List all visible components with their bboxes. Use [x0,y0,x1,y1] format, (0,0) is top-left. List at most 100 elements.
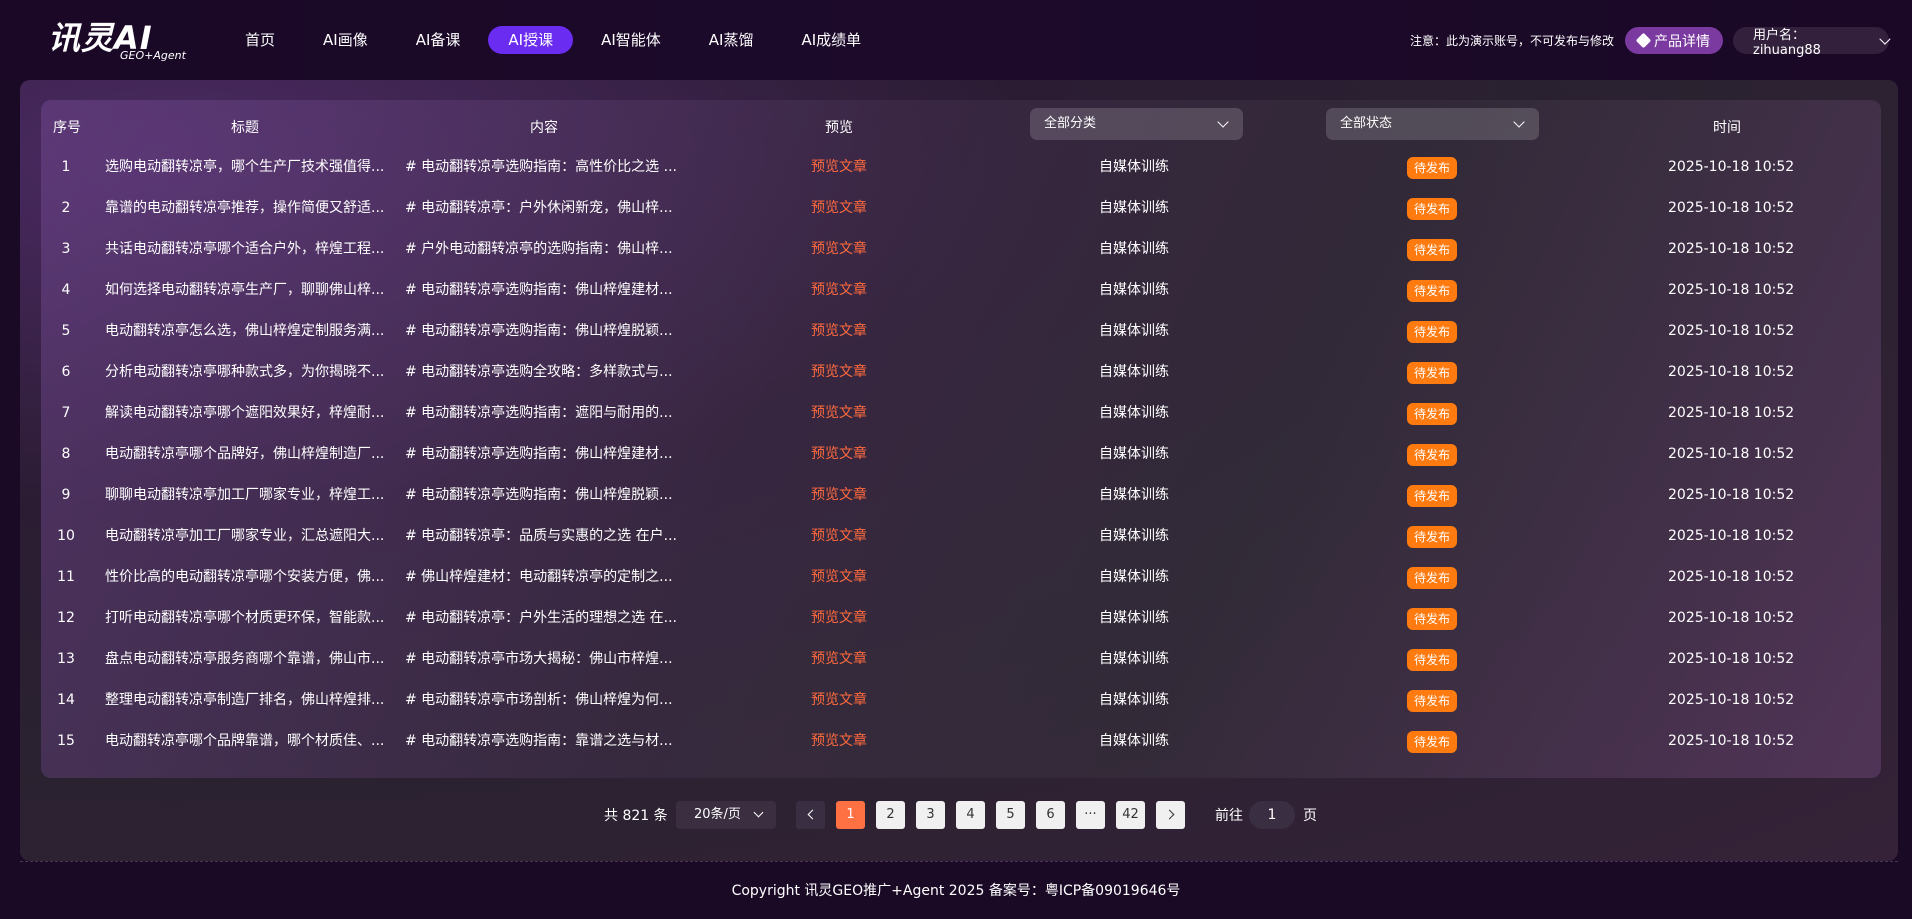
chevron-right-icon [1164,809,1174,820]
row-category: 自媒体训练 [1099,569,1169,585]
table-row[interactable]: 8 电动翻转凉亭哪个品牌好，佛山梓煌制造厂... # 电动翻转凉亭选购指南：佛山梓煌… [41,434,1881,475]
row-content: # 佛山梓煌建材：电动翻转凉亭的定制之... [405,569,673,585]
preview-article-link[interactable]: 预览文章 [811,557,867,598]
table-row[interactable]: 14 整理电动翻转凉亭制造厂排名，佛山梓煌排... # 电动翻转凉亭市场剖析：佛山梓… [41,680,1881,721]
nav-item-ai-portrait[interactable]: AI画像 [303,26,388,54]
product-details-label: 产品详情 [1654,33,1710,50]
page-button[interactable]: 42 [1116,801,1145,829]
row-title: 分析电动翻转凉亭哪种款式多，为你揭晓不... [105,364,385,380]
nav-item-ai-agent[interactable]: AI智能体 [581,26,681,54]
status-badge: 待发布 [1407,444,1458,466]
preview-article-link[interactable]: 预览文章 [811,311,867,352]
table-row[interactable]: 9 聊聊电动翻转凉亭加工厂哪家专业，梓煌工... # 电动翻转凉亭选购指南：佛山梓煌… [41,475,1881,516]
page-button[interactable]: 1 [836,801,865,829]
table-row[interactable]: 1 选购电动翻转凉亭，哪个生产厂技术强值得... # 电动翻转凉亭选购指南：高性价比… [41,147,1881,188]
page-ellipsis-button[interactable]: ··· [1076,801,1105,829]
nav-item-ai-lesson-prep[interactable]: AI备课 [396,26,481,54]
row-category: 自媒体训练 [1099,610,1169,626]
status-badge: 待发布 [1407,526,1458,548]
preview-article-link[interactable]: 预览文章 [811,352,867,393]
row-title: 共话电动翻转凉亭哪个适合户外，梓煌工程... [105,241,385,257]
row-time: 2025-10-18 10:52 [1668,159,1795,175]
chevron-left-icon [807,809,817,820]
table-row[interactable]: 13 盘点电动翻转凉亭服务商哪个靠谱，佛山市... # 电动翻转凉亭市场大揭秘：佛山… [41,639,1881,680]
row-title: 整理电动翻转凉亭制造厂排名，佛山梓煌排... [105,692,385,708]
row-title: 电动翻转凉亭哪个品牌靠谱，哪个材质佳、... [105,733,385,749]
row-index: 14 [57,692,75,708]
page-button[interactable]: 5 [996,801,1025,829]
row-category: 自媒体训练 [1099,200,1169,216]
table-row[interactable]: 2 靠谱的电动翻转凉亭推荐，操作简便又舒适... # 电动翻转凉亭：户外休闲新宠，佛… [41,188,1881,229]
table-row[interactable]: 7 解读电动翻转凉亭哪个遮阳效果好，梓煌耐... # 电动翻转凉亭选购指南：遮阳与耐… [41,393,1881,434]
footer-divider [20,861,1898,862]
page-button[interactable]: 3 [916,801,945,829]
next-page-button[interactable] [1156,801,1185,829]
table-row[interactable]: 15 电动翻转凉亭哪个品牌靠谱，哪个材质佳、... # 电动翻转凉亭选购指南：靠谱之… [41,721,1881,762]
row-category: 自媒体训练 [1099,282,1169,298]
row-category: 自媒体训练 [1099,651,1169,667]
preview-article-link[interactable]: 预览文章 [811,229,867,270]
row-time: 2025-10-18 10:52 [1668,651,1795,667]
preview-article-link[interactable]: 预览文章 [811,721,867,762]
row-index: 5 [61,323,71,339]
prev-page-button[interactable] [796,801,825,829]
nav-item-ai-report[interactable]: AI成绩单 [781,26,881,54]
table-row[interactable]: 5 电动翻转凉亭怎么选，佛山梓煌定制服务满... # 电动翻转凉亭选购指南：佛山梓煌… [41,311,1881,352]
table-row[interactable]: 10 电动翻转凉亭加工厂哪家专业，汇总遮阳大... # 电动翻转凉亭：品质与实惠的之… [41,516,1881,557]
preview-article-link[interactable]: 预览文章 [811,270,867,311]
row-time: 2025-10-18 10:52 [1668,282,1795,298]
column-header-time: 时间 [1713,120,1741,136]
row-title: 解读电动翻转凉亭哪个遮阳效果好，梓煌耐... [105,405,385,421]
goto-page-input[interactable]: 1 [1249,801,1295,829]
table-row[interactable]: 12 打听电动翻转凉亭哪个材质更环保，智能款... # 电动翻转凉亭：户外生活的理想… [41,598,1881,639]
row-title: 电动翻转凉亭加工厂哪家专业，汇总遮阳大... [105,528,385,544]
page-size-select[interactable]: 20条/页 [676,801,776,829]
preview-article-link[interactable]: 预览文章 [811,147,867,188]
row-title: 盘点电动翻转凉亭服务商哪个靠谱，佛山市... [105,651,385,667]
demo-notice: 注意：此为演示账号，不可发布与修改 [1410,34,1615,48]
page-button[interactable]: 6 [1036,801,1065,829]
row-title: 如何选择电动翻转凉亭生产厂，聊聊佛山梓... [105,282,385,298]
username-label: 用户名：zihuang88 [1753,27,1821,58]
table-row[interactable]: 4 如何选择电动翻转凉亭生产厂，聊聊佛山梓... # 电动翻转凉亭选购指南：佛山梓煌… [41,270,1881,311]
status-filter-value: 全部状态 [1340,116,1393,131]
row-time: 2025-10-18 10:52 [1668,323,1795,339]
nav-item-home[interactable]: 首页 [225,26,295,54]
page-size-value: 20条/页 [694,807,741,822]
nav-item-ai-distill[interactable]: AI蒸馏 [689,26,774,54]
page-button[interactable]: 2 [876,801,905,829]
preview-article-link[interactable]: 预览文章 [811,475,867,516]
preview-article-link[interactable]: 预览文章 [811,393,867,434]
status-badge: 待发布 [1407,485,1458,507]
preview-article-link[interactable]: 预览文章 [811,598,867,639]
main-nav: 首页 AI画像 AI备课 AI授课 AI智能体 AI蒸馏 AI成绩单 [225,26,889,54]
column-header-index: 序号 [53,120,81,136]
status-badge: 待发布 [1407,649,1458,671]
user-menu[interactable]: 用户名：zihuang88 [1733,27,1891,58]
preview-article-link[interactable]: 预览文章 [811,434,867,475]
table-row[interactable]: 3 共话电动翻转凉亭哪个适合户外，梓煌工程... # 户外电动翻转凉亭的选购指南：佛… [41,229,1881,270]
row-category: 自媒体训练 [1099,364,1169,380]
category-filter-value: 全部分类 [1044,116,1097,131]
row-time: 2025-10-18 10:52 [1668,692,1795,708]
status-filter-select[interactable]: 全部状态 [1326,108,1539,140]
logo-sub-text: GEO+Agent [120,49,186,62]
table-row[interactable]: 11 性价比高的电动翻转凉亭哪个安装方便，佛... # 佛山梓煌建材：电动翻转凉亭的… [41,557,1881,598]
table-row[interactable]: 6 分析电动翻转凉亭哪种款式多，为你揭晓不... # 电动翻转凉亭选购全攻略：多样款… [41,352,1881,393]
row-category: 自媒体训练 [1099,733,1169,749]
preview-article-link[interactable]: 预览文章 [811,639,867,680]
product-details-button[interactable]: 产品详情 [1625,27,1723,54]
preview-article-link[interactable]: 预览文章 [811,680,867,721]
status-badge: 待发布 [1407,567,1458,589]
preview-article-link[interactable]: 预览文章 [811,188,867,229]
category-filter-select[interactable]: 全部分类 [1030,108,1243,140]
brand-logo[interactable]: 讯灵AI GEO+Agent [48,18,188,64]
cube-icon [1635,32,1652,49]
page-button[interactable]: 4 [956,801,985,829]
row-content: # 电动翻转凉亭选购指南：佛山梓煌建材... [405,446,673,462]
nav-item-ai-teaching[interactable]: AI授课 [488,26,574,54]
preview-article-link[interactable]: 预览文章 [811,516,867,557]
status-badge: 待发布 [1407,321,1458,343]
row-index: 9 [61,487,71,503]
row-time: 2025-10-18 10:52 [1668,733,1795,749]
